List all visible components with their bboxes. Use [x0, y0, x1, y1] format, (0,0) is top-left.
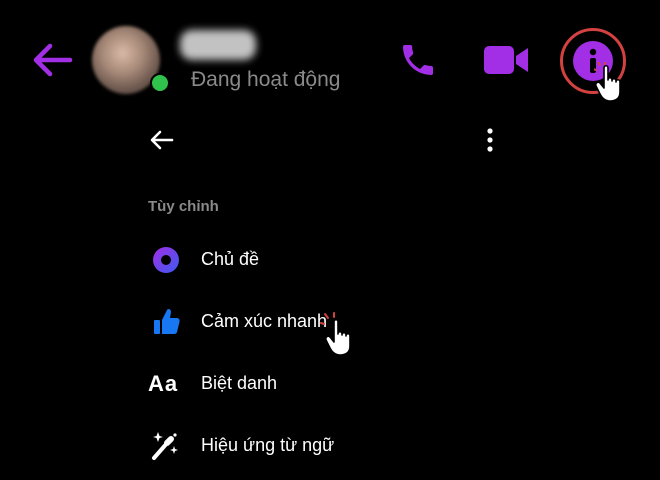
- thumbs-up-icon: [148, 306, 184, 338]
- menu-item-label: Biệt danh: [201, 373, 278, 393]
- contact-name-blurred[interactable]: [180, 30, 256, 60]
- menu-item-theme[interactable]: Chủ đề: [148, 238, 508, 282]
- theme-icon: [148, 244, 184, 276]
- menu-item-nickname[interactable]: Aa Biệt danh: [148, 362, 508, 406]
- nickname-icon-text: Aa: [148, 371, 179, 396]
- info-button[interactable]: [560, 28, 632, 102]
- section-title: Tùy chỉnh: [148, 198, 219, 215]
- menu-item-quick-reaction[interactable]: Cảm xúc nhanh: [148, 300, 508, 356]
- sparkle-wand-icon: [148, 430, 184, 462]
- menu-item-label: Hiệu ứng từ ngữ: [201, 435, 335, 455]
- online-status-dot: [150, 73, 170, 93]
- tap-hand-icon: [320, 312, 366, 363]
- call-icon[interactable]: [398, 40, 438, 80]
- more-options-icon[interactable]: [480, 126, 500, 154]
- menu-back-icon[interactable]: [148, 126, 176, 154]
- menu-item-label: Cảm xúc nhanh: [201, 311, 328, 331]
- menu-item-label: Chủ đề: [201, 249, 260, 269]
- active-status-text: Đang hoạt động: [191, 68, 341, 91]
- video-call-icon[interactable]: [482, 42, 530, 78]
- tap-hand-icon: [592, 60, 634, 107]
- menu-item-word-effects[interactable]: Hiệu ứng từ ngữ: [148, 424, 508, 468]
- back-arrow-icon[interactable]: [30, 40, 74, 80]
- nickname-icon: Aa: [148, 368, 184, 400]
